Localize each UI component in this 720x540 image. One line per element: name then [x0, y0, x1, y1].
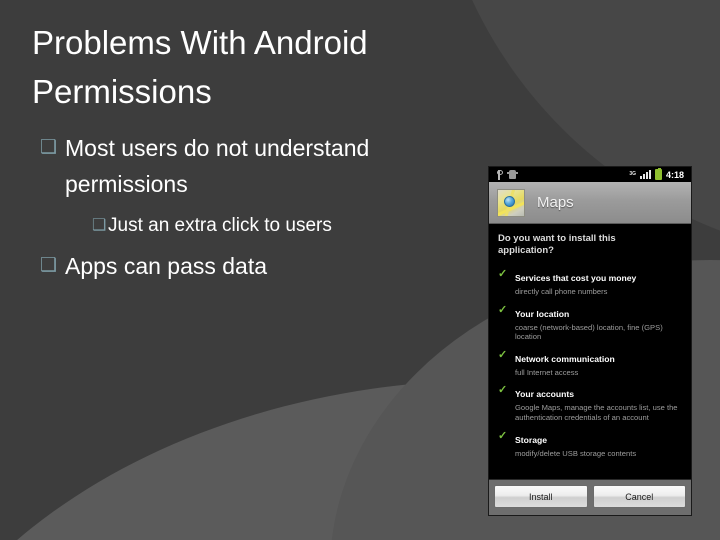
permission-description: Google Maps, manage the accounts list, u…	[515, 403, 678, 422]
check-icon: ✓	[498, 303, 508, 316]
page-title: Problems With Android Permissions	[32, 24, 368, 110]
check-icon: ✓	[498, 348, 508, 361]
bullet-square-icon: ❑	[40, 255, 58, 276]
permission-title: Network communication	[515, 353, 615, 364]
list-item-label: Just an extra click to users	[108, 215, 332, 236]
list-item-label: Apps can pass data	[65, 253, 268, 279]
network-3g-icon: 3G	[629, 171, 636, 177]
status-bar: 3G 4:18	[489, 167, 691, 182]
permission-title: Your accounts	[515, 389, 575, 400]
permission-description: coarse (network-based) location, fine (G…	[515, 322, 663, 342]
check-icon: ✓	[498, 268, 508, 280]
signal-icon	[639, 170, 651, 179]
permission-description: modify/delete USB storage contents	[515, 448, 637, 458]
battery-icon	[654, 167, 662, 180]
slide-canvas: Problems With Android Permissions ❑ Most…	[0, 0, 720, 540]
list-item: ✓ Your location coarse (network-based) l…	[498, 304, 682, 342]
bullet-square-icon: ❑	[92, 217, 107, 234]
permission-title: Your location	[515, 308, 570, 319]
check-icon: ✓	[498, 384, 508, 397]
permission-list: ✓ Services that cost you money directly …	[498, 268, 682, 458]
bullet-list: ❑ Most users do not understand permissio…	[40, 130, 490, 286]
list-item: ❑ Apps can pass data	[40, 248, 490, 284]
list-item: ✓ Network communication full Internet ac…	[498, 349, 682, 378]
status-bar-right-icons: 3G 4:18	[629, 167, 688, 180]
usb-icon	[495, 169, 503, 180]
list-item: ❑ Most users do not understand permissio…	[40, 130, 490, 202]
permission-description: full Internet access	[515, 367, 579, 377]
install-button[interactable]: Install	[494, 485, 588, 508]
permission-title: Services that cost you money	[515, 273, 637, 283]
android-screenshot: 3G 4:18 Maps Do you want to install this…	[488, 166, 692, 516]
app-title-label: Maps	[537, 194, 574, 211]
app-title-bar: Maps	[489, 182, 691, 224]
bullet-square-icon: ❑	[40, 137, 58, 158]
permission-title: Storage	[515, 434, 547, 445]
list-item: ✓ Services that cost you money directly …	[498, 268, 682, 297]
list-item: ✓ Storage modify/delete USB storage cont…	[498, 430, 682, 459]
list-item: ❑ Just an extra click to users	[92, 210, 490, 242]
list-item: ✓ Your accounts Google Maps, manage the …	[498, 384, 682, 422]
list-item-label: Most users do not understand permissions	[65, 135, 370, 197]
permission-description: directly call phone numbers	[515, 287, 608, 296]
debug-icon	[507, 170, 518, 179]
cancel-button[interactable]: Cancel	[592, 485, 686, 508]
status-bar-left-icons	[492, 169, 518, 180]
status-bar-clock: 4:18	[665, 169, 684, 180]
dialog-button-bar: Install Cancel	[489, 479, 691, 515]
dialog-question: Do you want to install this application?	[498, 233, 616, 256]
check-icon: ✓	[498, 429, 508, 442]
install-dialog-body: Do you want to install this application?…	[489, 224, 691, 479]
maps-icon	[497, 188, 525, 217]
